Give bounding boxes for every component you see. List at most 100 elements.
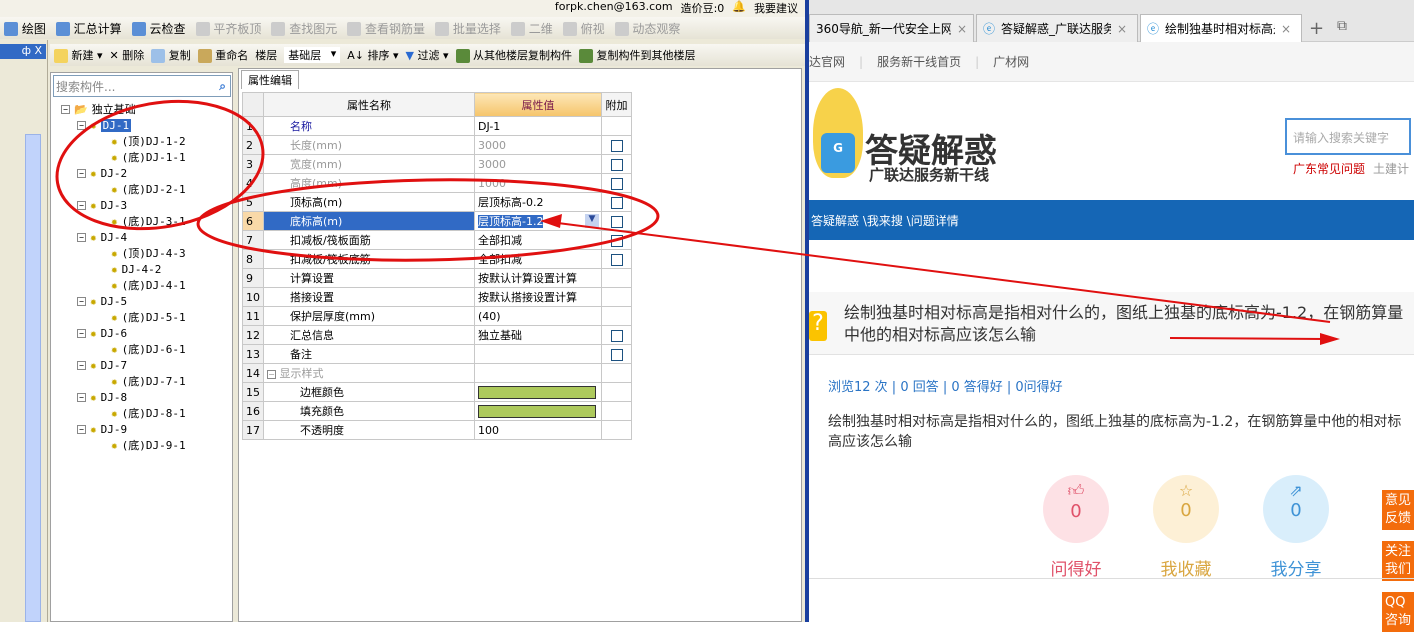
top-link[interactable]: 服务新干线首页 (877, 53, 961, 70)
extra-checkbox[interactable] (601, 154, 632, 174)
property-value[interactable]: 按默认计算设置计算 (474, 268, 602, 288)
collapse-icon[interactable]: − (77, 392, 86, 402)
action-1[interactable]: ☆ 0 我收藏 (1153, 475, 1219, 580)
property-value[interactable]: 全部扣减 (474, 249, 602, 269)
property-row[interactable]: 8 扣减板/筏板底筋 全部扣减 (242, 249, 632, 269)
feedback-button[interactable]: 意见反馈 (1382, 490, 1414, 530)
close-icon[interactable]: × (957, 22, 967, 36)
property-row[interactable]: 10 搭接设置 按默认搭接设置计算 (242, 287, 632, 307)
new-button[interactable]: 新建 ▾ (54, 47, 103, 63)
property-row[interactable]: 6 底标高(m) 层顶标高-1.2 ▼ (242, 211, 632, 231)
collapse-icon[interactable]: − (77, 360, 86, 370)
collapse-icon[interactable]: − (61, 104, 70, 114)
collapse-icon[interactable]: − (267, 370, 276, 379)
restore-tab-icon[interactable]: ⧉ (1337, 18, 1347, 34)
top-link[interactable]: 广材网 (993, 53, 1029, 70)
extra-checkbox[interactable] (601, 173, 632, 193)
site-search-input[interactable]: 请输入搜索关键字 (1285, 118, 1411, 155)
tree-item[interactable]: ✹ (底)DJ-1-1 (111, 149, 186, 165)
property-value[interactable]: 层顶标高-0.2 (474, 192, 602, 212)
tree-item[interactable]: ✹ (底)DJ-9-1 (111, 437, 186, 453)
property-row[interactable]: 9 计算设置 按默认计算设置计算 (242, 268, 632, 288)
tree-item[interactable]: ✹ (底)DJ-3-1 (111, 213, 186, 229)
extra-checkbox[interactable] (601, 249, 632, 269)
property-value[interactable]: 3000 (474, 154, 602, 174)
toolbar-batch-select-button[interactable]: 批量选择 (435, 20, 501, 37)
property-row[interactable]: 13 备注 (242, 344, 632, 364)
browser-tab-active[interactable]: ⓔ绘制独基时相对标高是指相对× (1140, 14, 1302, 42)
sort-button[interactable]: A↓ 排序 ▾ (347, 47, 398, 63)
collapse-icon[interactable]: − (77, 168, 86, 178)
tab-property-edit[interactable]: 属性编辑 (241, 70, 299, 89)
tree-item[interactable]: ✹ (底)DJ-8-1 (111, 405, 186, 421)
new-tab-button[interactable]: + (1309, 18, 1324, 39)
tree-item[interactable]: ✹ (底)DJ-5-1 (111, 309, 186, 325)
tree-item[interactable]: ✹ (顶)DJ-1-2 (111, 133, 186, 149)
extra-checkbox[interactable] (601, 230, 632, 250)
extra-checkbox[interactable] (601, 325, 632, 345)
property-row[interactable]: 11 保护层厚度(mm) (40) (242, 306, 632, 326)
tree-item-group[interactable]: − ✹ DJ-2 (77, 165, 127, 181)
action-2[interactable]: ⇗ 0 我分享 (1263, 475, 1329, 580)
tree-item[interactable]: ✹ (底)DJ-7-1 (111, 373, 186, 389)
property-value[interactable]: 1000 (474, 173, 602, 193)
close-icon[interactable]: × (1281, 22, 1291, 36)
site-logo[interactable]: G 答疑解惑 广联达服务新干线 (809, 88, 1019, 198)
suggest-link[interactable]: 我要建议 (754, 0, 798, 16)
bell-icon[interactable]: 🔔 (732, 0, 746, 16)
property-row[interactable]: 3 宽度(mm) 3000 (242, 154, 632, 174)
breadcrumb[interactable]: 答疑解惑 \我来搜 \问题详情 (809, 200, 1414, 240)
tree-item[interactable]: ✹ (底)DJ-4-1 (111, 277, 186, 293)
tree-item-group[interactable]: − ✹ DJ-1 (77, 117, 132, 133)
collapse-icon[interactable]: − (77, 296, 86, 306)
hot-link[interactable]: 广东常见问题 (1293, 160, 1365, 177)
property-value[interactable]: 全部扣减 (474, 230, 602, 250)
toolbar-2d-button[interactable]: 二维 (510, 20, 553, 37)
property-value[interactable]: (40) (474, 306, 602, 326)
qq-button[interactable]: QQ咨询 (1382, 592, 1414, 632)
toolbar-orbit-button[interactable]: 动态观察 (614, 20, 680, 37)
property-value[interactable]: 层顶标高-1.2 ▼ (474, 211, 602, 231)
color-swatch[interactable] (474, 401, 602, 421)
property-row[interactable]: 7 扣减板/筏板面筋 全部扣减 (242, 230, 632, 250)
toolbar-rebar-button[interactable]: 查看钢筋量 (347, 20, 425, 37)
tree-item-group[interactable]: − ✹ DJ-4 (77, 229, 127, 245)
property-row[interactable]: 12 汇总信息 独立基础 (242, 325, 632, 345)
search-icon[interactable]: ⌕ (219, 79, 230, 94)
tree-item-group[interactable]: − ✹ DJ-3 (77, 197, 127, 213)
collapse-icon[interactable]: − (77, 424, 86, 434)
rename-button[interactable]: 重命名 (197, 47, 248, 63)
collapse-icon[interactable]: − (77, 200, 86, 210)
collapse-icon[interactable]: − (77, 120, 86, 130)
property-row[interactable]: 5 顶标高(m) 层顶标高-0.2 (242, 192, 632, 212)
property-value[interactable]: 3000 (474, 135, 602, 155)
vertical-scrollbar[interactable] (25, 134, 41, 622)
top-link[interactable]: 达官网 (809, 53, 845, 70)
toolbar-sigma-button[interactable]: 汇总计算 (55, 20, 122, 37)
tree-item-group[interactable]: − ✹ DJ-8 (77, 389, 127, 405)
toolbar-draw-button[interactable]: 绘图 (4, 20, 46, 37)
tree-item-group[interactable]: − ✹ DJ-7 (77, 357, 127, 373)
color-swatch[interactable] (474, 382, 602, 402)
tree-item-group[interactable]: − ✹ DJ-6 (77, 325, 127, 341)
extra-checkbox[interactable] (601, 192, 632, 212)
dock-pin-close[interactable]: ф X (0, 44, 46, 59)
collapse-icon[interactable]: − (77, 232, 86, 242)
property-row[interactable]: 16 填充颜色 (242, 401, 632, 421)
collapse-icon[interactable]: − (77, 328, 86, 338)
property-row[interactable]: 1 名称 DJ-1 (242, 116, 632, 136)
copy-button[interactable]: 复制 (151, 47, 191, 63)
action-0[interactable]: 👍︎ 0 问得好 (1043, 475, 1109, 580)
floor-select[interactable]: 基础层 ▾ (284, 47, 341, 63)
extra-checkbox[interactable] (601, 211, 632, 231)
browser-tab[interactable]: ⓔ答疑解惑_广联达服务新干× (976, 14, 1138, 42)
close-icon[interactable]: × (1117, 22, 1127, 36)
copy-from-floor-button[interactable]: 从其他楼层复制构件 (455, 47, 572, 63)
property-row[interactable]: 14− 显示样式 (242, 363, 632, 383)
hot-link[interactable]: 土建计 (1373, 160, 1409, 177)
property-value[interactable]: DJ-1 (474, 116, 602, 136)
toolbar-top-view-button[interactable]: 俯视 (562, 20, 605, 37)
account-email[interactable]: forpk.chen@163.com (555, 0, 673, 16)
browser-tab[interactable]: 360导航_新一代安全上网导 × (809, 14, 974, 42)
component-search-input[interactable]: 搜索构件... ⌕ (53, 75, 231, 97)
